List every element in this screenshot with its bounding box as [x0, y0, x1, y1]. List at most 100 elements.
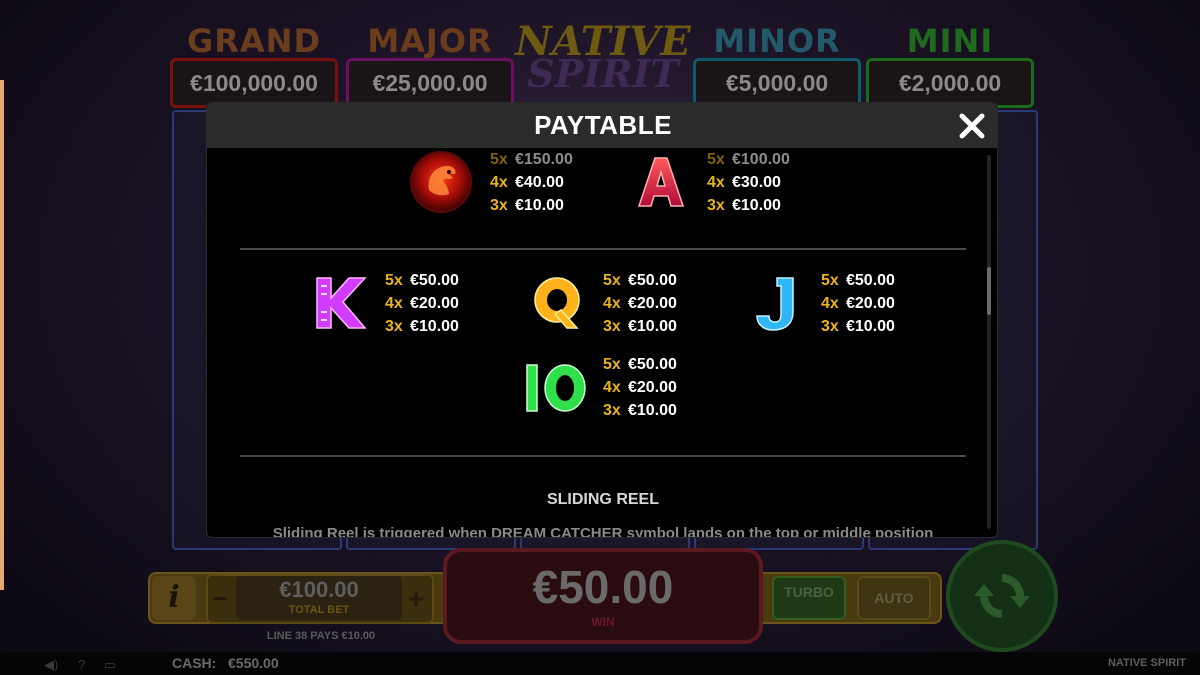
pay-row: 5x €50.00: [385, 269, 459, 292]
bet-decrease-button[interactable]: −: [210, 585, 230, 615]
pay-amount: €10.00: [410, 318, 459, 335]
pay-row: 3x €10.00: [490, 194, 573, 217]
total-bet-value: €100.00: [279, 577, 359, 602]
close-icon: [959, 113, 985, 139]
ten-paytable: 5x €50.00 4x €20.00 3x €10.00: [603, 353, 677, 422]
pay-amount: €150.00: [515, 151, 573, 168]
turbo-button[interactable]: TURBO: [772, 576, 846, 620]
sliding-reel-title: SLIDING REEL: [546, 491, 659, 508]
close-button[interactable]: [957, 111, 987, 141]
win-value: €50.00: [532, 561, 674, 613]
game-name: NATIVE SPIRIT: [1107, 657, 1186, 669]
pay-count: 3x: [603, 402, 621, 419]
auto-button[interactable]: AUTO: [857, 576, 931, 620]
pay-amount: €20.00: [628, 379, 677, 396]
pay-row: 5x €100.00: [707, 148, 790, 171]
total-bet-label: TOTAL BET: [288, 604, 350, 616]
paytable-content[interactable]: 5x €150.00 4x €40.00 3x €10.00 5x €100.00: [207, 148, 997, 537]
pay-amount: €50.00: [628, 356, 677, 373]
section-divider: [240, 455, 966, 457]
pay-amount: €100.00: [732, 151, 790, 168]
pay-count: 3x: [821, 318, 839, 335]
pay-row: 4x €30.00: [707, 171, 790, 194]
win-label: WIN: [591, 615, 615, 629]
cash-value: €550.00: [228, 655, 279, 671]
pay-amount: €40.00: [515, 174, 564, 191]
pay-row: 3x €10.00: [385, 315, 459, 338]
section-divider: [240, 248, 966, 250]
jackpot-grand: GRAND €100,000.00: [170, 24, 338, 108]
letter-k-symbol-icon: [309, 272, 371, 334]
paytable-scrollbar[interactable]: [987, 155, 991, 529]
cash-label: CASH:: [172, 655, 217, 671]
eagle-symbol-icon: [409, 150, 473, 214]
logo-line-2: SPIRIT: [527, 51, 679, 96]
letter-j-paytable: 5x €50.00 4x €20.00 3x €10.00: [821, 269, 895, 338]
eagle-paytable: 5x €150.00 4x €40.00 3x €10.00: [490, 148, 573, 217]
pay-row: 4x €20.00: [603, 292, 677, 315]
pay-row: 5x €50.00: [603, 353, 677, 376]
pay-row: 5x €150.00: [490, 148, 573, 171]
pay-amount: €50.00: [846, 272, 895, 289]
pay-count: 3x: [707, 197, 725, 214]
spin-arrows-icon: [974, 574, 1030, 618]
jackpot-title: MAJOR: [367, 22, 493, 60]
jackpot-amount: €5,000.00: [693, 58, 861, 108]
pay-row: 5x €50.00: [603, 269, 677, 292]
history-icon[interactable]: ▭: [104, 657, 116, 673]
pay-amount: €10.00: [732, 197, 781, 214]
jackpot-amount: €2,000.00: [866, 58, 1034, 108]
pay-amount: €20.00: [628, 295, 677, 312]
jackpot-minor: MINOR €5,000.00: [693, 24, 861, 108]
pay-count: 5x: [385, 272, 403, 289]
scrollbar-thumb[interactable]: [987, 267, 991, 315]
letter-k-paytable: 5x €50.00 4x €20.00 3x €10.00: [385, 269, 459, 338]
pay-amount: €50.00: [628, 272, 677, 289]
sound-icon[interactable]: ◀): [44, 657, 58, 673]
letter-j-symbol-icon: [747, 272, 809, 334]
pay-row: 3x €10.00: [821, 315, 895, 338]
pay-row: 5x €50.00: [821, 269, 895, 292]
pay-count: 5x: [707, 151, 725, 168]
pay-count: 4x: [603, 295, 621, 312]
pay-amount: €20.00: [846, 295, 895, 312]
bet-increase-button[interactable]: +: [406, 585, 426, 615]
info-button[interactable]: i: [152, 576, 196, 620]
jackpot-amount: €100,000.00: [170, 58, 338, 108]
letter-q-symbol-icon: [527, 272, 589, 334]
background-edge: [0, 80, 4, 590]
jackpot-title: MINI: [906, 22, 994, 60]
pay-count: 3x: [490, 197, 508, 214]
pay-row: 4x €20.00: [821, 292, 895, 315]
pay-amount: €10.00: [846, 318, 895, 335]
pay-amount: €20.00: [410, 295, 459, 312]
pay-amount: €30.00: [732, 174, 781, 191]
total-bet-display: €100.00 TOTAL BET: [236, 576, 402, 620]
win-display: €50.00 WIN: [443, 548, 763, 644]
pay-count: 5x: [821, 272, 839, 289]
pay-count: 4x: [707, 174, 725, 191]
pay-amount: €10.00: [628, 402, 677, 419]
ten-symbol-icon: [523, 357, 589, 419]
pay-count: 3x: [603, 318, 621, 335]
line-pays-text: LINE 38 PAYS €10.00: [266, 630, 376, 642]
pay-count: 3x: [385, 318, 403, 335]
game-screen: GRAND €100,000.00 MAJOR €25,000.00 NATIV…: [0, 0, 1200, 675]
pay-count: 5x: [490, 151, 508, 168]
pay-count: 4x: [603, 379, 621, 396]
help-icon[interactable]: ?: [78, 657, 85, 672]
pay-count: 4x: [821, 295, 839, 312]
jackpot-title: GRAND: [186, 22, 321, 60]
spin-button[interactable]: [946, 540, 1058, 652]
pay-count: 4x: [385, 295, 403, 312]
jackpot-amount: €25,000.00: [346, 58, 514, 108]
letter-q-paytable: 5x €50.00 4x €20.00 3x €10.00: [603, 269, 677, 338]
pay-row: 4x €20.00: [603, 376, 677, 399]
pay-amount: €50.00: [410, 272, 459, 289]
jackpot-mini: MINI €2,000.00: [866, 24, 1034, 108]
pay-count: 5x: [603, 356, 621, 373]
jackpot-title: MINOR: [713, 22, 841, 60]
modal-header: PAYTABLE: [207, 103, 997, 148]
pay-row: 3x €10.00: [707, 194, 790, 217]
game-logo: NATIVE SPIRIT: [508, 22, 698, 94]
